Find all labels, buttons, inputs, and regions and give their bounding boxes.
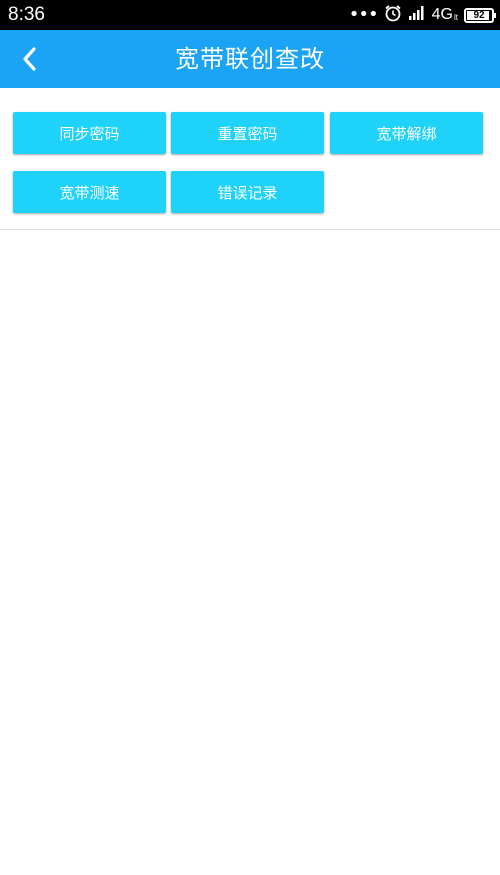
- more-dots-icon: •••: [348, 4, 379, 25]
- battery-icon: 92: [464, 7, 496, 23]
- action-button-grid: 同步密码 重置密码 宽带解绑 宽带测速 错误记录: [0, 88, 500, 230]
- network-sub-label: lt: [454, 13, 458, 22]
- status-time: 8:36: [8, 4, 45, 25]
- network-type: 4G lt: [432, 6, 458, 24]
- title-bar: 宽带联创查改: [0, 30, 500, 88]
- network-label: 4G: [431, 6, 453, 23]
- sync-password-button[interactable]: 同步密码: [13, 112, 166, 154]
- battery-level: 92: [473, 9, 485, 21]
- reset-password-button[interactable]: 重置密码: [171, 112, 324, 154]
- signal-icon: [408, 5, 426, 25]
- broadband-unbind-button[interactable]: 宽带解绑: [330, 112, 483, 154]
- error-log-button[interactable]: 错误记录: [171, 171, 324, 213]
- back-button[interactable]: [10, 39, 50, 79]
- broadband-speed-test-button[interactable]: 宽带测速: [13, 171, 166, 213]
- chevron-left-icon: [23, 47, 36, 71]
- page-title: 宽带联创查改: [175, 45, 325, 73]
- status-icons: ••• 4G lt 92: [348, 4, 496, 26]
- alarm-icon: [384, 4, 402, 26]
- status-bar: 8:36 ••• 4G lt 92: [0, 0, 500, 30]
